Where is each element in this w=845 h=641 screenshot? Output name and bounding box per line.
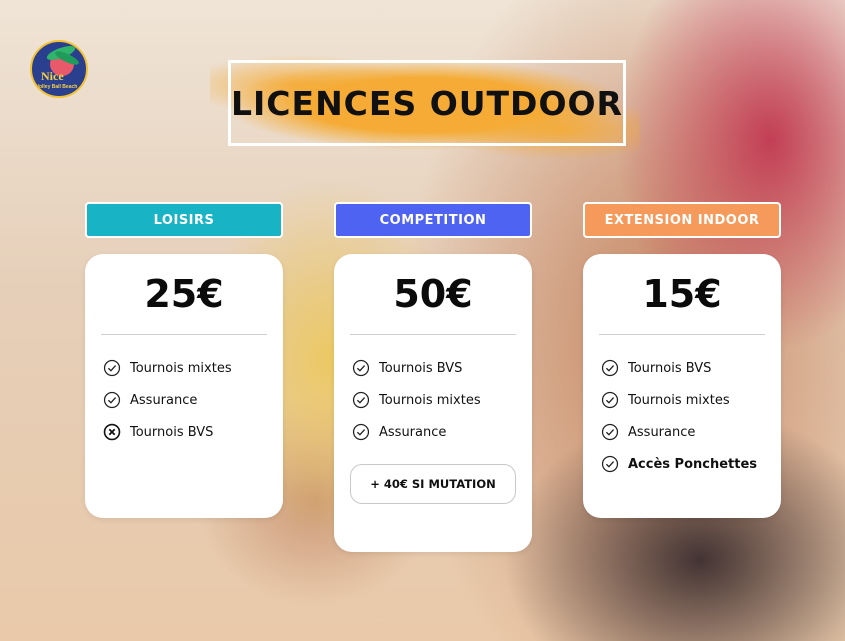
feature-item: Assurance [103,384,232,416]
feature-label: Assurance [379,424,447,440]
feature-item: Accès Ponchettes [601,448,757,480]
feature-label: Assurance [628,424,696,440]
check-circle-icon [103,391,121,409]
plan-price: 25€ [144,272,224,316]
logo-text: Nice [41,69,64,83]
club-logo: Nice Volley Ball Beach [30,40,88,98]
x-circle-icon [103,423,121,441]
plan-card-loisirs: 25€ Tournois mixtes Assurance Tournois B… [85,254,283,518]
plan-card-competition: 50€ Tournois BVS Tournois mixtes Assuran… [334,254,532,552]
feature-item: Tournois BVS [601,352,757,384]
feature-label: Tournois BVS [379,360,463,376]
plan-header-loisirs: LOISIRS [85,202,283,238]
check-circle-icon [601,423,619,441]
feature-item: Tournois mixtes [601,384,757,416]
check-circle-icon [352,423,370,441]
plan-card-extension-indoor: 15€ Tournois BVS Tournois mixtes Assuran… [583,254,781,518]
feature-item: Tournois BVS [103,416,232,448]
check-circle-icon [352,391,370,409]
feature-label: Tournois mixtes [379,392,481,408]
page-title: LICENCES OUTDOOR [231,83,623,123]
feature-item: Assurance [601,416,757,448]
mutation-button[interactable]: + 40€ SI MUTATION [350,464,516,504]
feature-label: Tournois mixtes [628,392,730,408]
feature-label: Tournois mixtes [130,360,232,376]
feature-label: Accès Ponchettes [628,456,758,472]
feature-item: Assurance [352,416,481,448]
card-divider [350,334,516,335]
check-circle-icon [352,359,370,377]
plan-price: 50€ [393,272,473,316]
feature-item: Tournois BVS [352,352,481,384]
feature-item: Tournois mixtes [352,384,481,416]
feature-list: Tournois BVS Tournois mixtes Assurance [352,352,481,448]
feature-label: Assurance [130,392,198,408]
feature-list: Tournois BVS Tournois mixtes Assurance A… [601,352,757,480]
feature-label: Tournois BVS [130,424,214,440]
check-circle-icon [601,391,619,409]
plan-header-extension-indoor: EXTENSION INDOOR [583,202,781,238]
check-circle-icon [601,455,619,473]
check-circle-icon [103,359,121,377]
feature-list: Tournois mixtes Assurance Tournois BVS [103,352,232,448]
card-divider [101,334,267,335]
check-circle-icon [601,359,619,377]
feature-label: Tournois BVS [628,360,712,376]
plan-header-competition: COMPETITION [334,202,532,238]
feature-item: Tournois mixtes [103,352,232,384]
card-divider [599,334,765,335]
logo-subtext: Volley Ball Beach [36,84,78,90]
plan-price: 15€ [642,272,722,316]
